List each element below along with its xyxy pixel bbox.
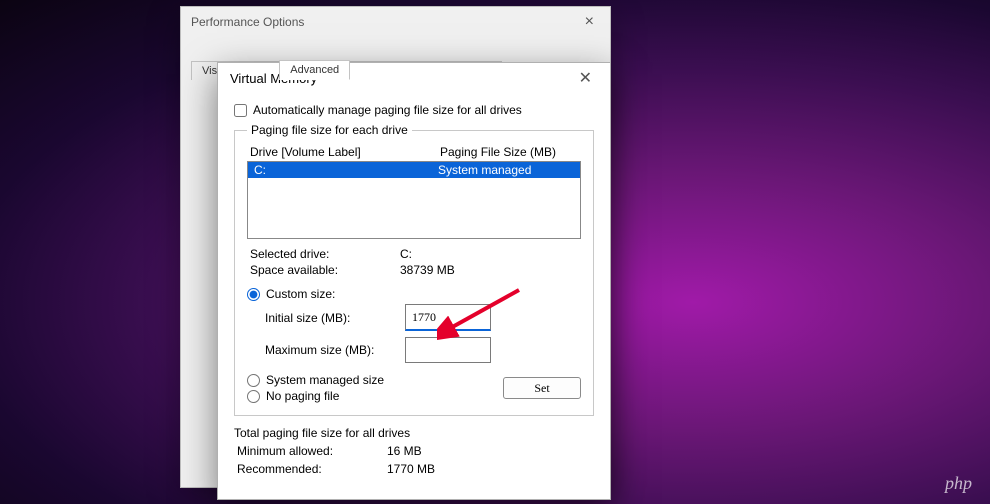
no-paging-radio[interactable] [247,390,260,403]
custom-size-label: Custom size: [266,287,335,301]
no-paging-label: No paging file [266,389,339,403]
min-allowed-label: Minimum allowed: [237,444,387,458]
watermark-logo: php [945,473,972,494]
close-icon[interactable]: ✕ [573,68,598,88]
tab-advanced[interactable]: Advanced [279,60,350,80]
close-icon[interactable]: × [579,13,600,31]
virtual-memory-dialog: Virtual Memory ✕ Automatically manage pa… [217,62,611,500]
set-button[interactable]: Set [503,377,581,399]
maximum-size-input[interactable] [405,337,491,363]
initial-size-label: Initial size (MB): [265,311,405,325]
drive-header: Drive [Volume Label] [250,145,440,159]
space-available-label: Space available: [250,263,400,277]
auto-manage-checkbox-row[interactable]: Automatically manage paging file size fo… [234,103,594,117]
desktop-background: Performance Options × Visual Effects Adv… [0,0,990,504]
maximum-size-label: Maximum size (MB): [265,343,405,357]
per-drive-group: Paging file size for each drive Drive [V… [234,123,594,416]
drive-list-header: Drive [Volume Label] Paging File Size (M… [250,145,581,159]
per-drive-legend: Paging file size for each drive [247,123,412,137]
size-header: Paging File Size (MB) [440,145,581,159]
totals-legend: Total paging file size for all drives [234,426,594,440]
min-allowed-value: 16 MB [387,444,594,458]
space-available-value: 38739 MB [400,263,581,277]
drive-list-item[interactable]: C: System managed [248,162,580,178]
drive-list[interactable]: C: System managed [247,161,581,239]
recommended-label: Recommended: [237,462,387,476]
drive-label: C: [254,163,438,177]
system-managed-radio[interactable] [247,374,260,387]
recommended-value: 1770 MB [387,462,594,476]
auto-manage-checkbox[interactable] [234,104,247,117]
custom-size-radio-row[interactable]: Custom size: [247,287,581,301]
dialog-title: Performance Options [191,15,304,29]
initial-size-input[interactable] [405,304,491,331]
system-managed-radio-row[interactable]: System managed size [247,373,384,387]
no-paging-radio-row[interactable]: No paging file [247,389,384,403]
selected-drive-value: C: [400,247,581,261]
auto-manage-label: Automatically manage paging file size fo… [253,103,522,117]
selected-drive-label: Selected drive: [250,247,400,261]
drive-size: System managed [438,163,574,177]
custom-size-radio[interactable] [247,288,260,301]
system-managed-label: System managed size [266,373,384,387]
